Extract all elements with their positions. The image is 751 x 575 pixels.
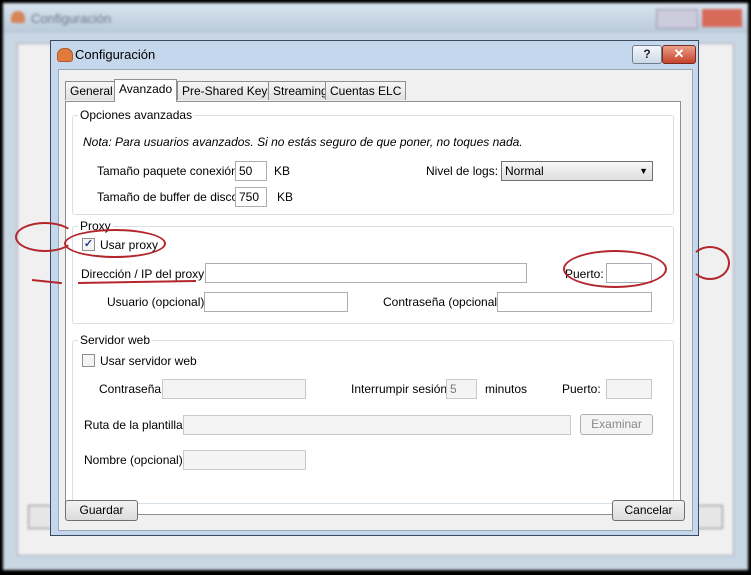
webserver-port-label: Puerto: [562, 382, 601, 396]
template-path-input[interactable] [183, 415, 571, 435]
tab-cuentas-elc[interactable]: Cuentas ELC [325, 81, 407, 100]
browse-button[interactable]: Examinar [580, 414, 653, 435]
use-proxy-checkbox[interactable]: ✓ [82, 238, 95, 251]
webserver-port-input[interactable] [606, 379, 652, 399]
packet-size-unit: KB [274, 164, 291, 178]
proxy-port-label: Puerto: [565, 267, 604, 281]
proxy-address-input[interactable] [205, 263, 527, 283]
log-level-label: Nivel de logs: [426, 164, 499, 178]
session-timeout-unit: minutos [485, 382, 528, 396]
tab-panel-avanzado: Opciones avanzadas Nota: Para usuarios a… [65, 101, 681, 515]
save-button[interactable]: Guardar [65, 500, 138, 521]
advanced-note: Nota: Para usuarios avanzados. Si no est… [83, 135, 523, 149]
title-bar: Configuración ? ✕ [51, 41, 698, 69]
use-webserver-checkbox[interactable] [82, 354, 95, 367]
packet-size-label: Tamaño paquete conexión: [97, 164, 242, 178]
tab-avanzado[interactable]: Avanzado [114, 79, 178, 102]
template-path-label: Ruta de la plantilla: [84, 418, 187, 432]
background-titlebar: Configuración [3, 3, 748, 33]
log-level-value: Normal [505, 164, 544, 178]
webserver-group: Servidor web Usar servidor web Contraseñ… [72, 333, 674, 504]
proxy-user-input[interactable] [204, 292, 348, 312]
disk-buffer-label: Tamaño de buffer de disco: [97, 190, 242, 204]
webserver-name-label: Nombre (opcional): [84, 453, 187, 467]
advanced-options-title: Opciones avanzadas [78, 108, 195, 122]
help-button[interactable]: ? [632, 45, 662, 64]
use-webserver-label: Usar servidor web [100, 354, 197, 368]
tab-streaming[interactable]: Streaming [268, 81, 333, 100]
session-timeout-label: Interrumpir sesión: [351, 382, 451, 396]
webserver-name-input[interactable] [183, 450, 306, 470]
packet-size-input[interactable]: 50 [235, 161, 267, 181]
advanced-options-group: Opciones avanzadas Nota: Para usuarios a… [72, 108, 674, 215]
proxy-password-input[interactable] [497, 292, 652, 312]
proxy-password-label: Contraseña (opcional): [383, 295, 505, 309]
proxy-group: Proxy ✓ Usar proxy Dirección / IP del pr… [72, 219, 674, 324]
window-title: Configuración [75, 47, 156, 62]
webserver-password-label: Contraseña: [99, 382, 165, 396]
use-proxy-label: Usar proxy [100, 238, 159, 252]
tab-general[interactable]: General [65, 81, 118, 100]
cancel-button[interactable]: Cancelar [612, 500, 685, 521]
tab-pre-shared-keys[interactable]: Pre-Shared Keys [177, 81, 279, 100]
background-title: Configuración [31, 11, 112, 26]
proxy-title: Proxy [78, 219, 113, 233]
disk-buffer-unit: KB [277, 190, 294, 204]
dialog-client-area: General Avanzado Pre-Shared Keys Streami… [58, 69, 693, 531]
proxy-user-label: Usuario (opcional): [107, 295, 208, 309]
disk-buffer-input[interactable]: 750 [235, 187, 267, 207]
cloud-app-icon [57, 48, 73, 62]
background-app-icon [11, 11, 25, 23]
log-level-select[interactable]: Normal ▼ [501, 161, 653, 181]
proxy-address-label: Dirección / IP del proxy: [81, 267, 208, 281]
background-close-button [702, 9, 742, 27]
close-button[interactable]: ✕ [662, 45, 696, 64]
proxy-port-input[interactable] [606, 263, 652, 283]
configuration-dialog: Configuración ? ✕ General Avanzado Pre-S… [50, 40, 699, 536]
background-minimize-button [656, 9, 698, 29]
dropdown-arrow-icon: ▼ [639, 166, 648, 176]
webserver-password-input[interactable] [162, 379, 306, 399]
webserver-title: Servidor web [78, 333, 153, 347]
session-timeout-input[interactable]: 5 [446, 379, 477, 399]
